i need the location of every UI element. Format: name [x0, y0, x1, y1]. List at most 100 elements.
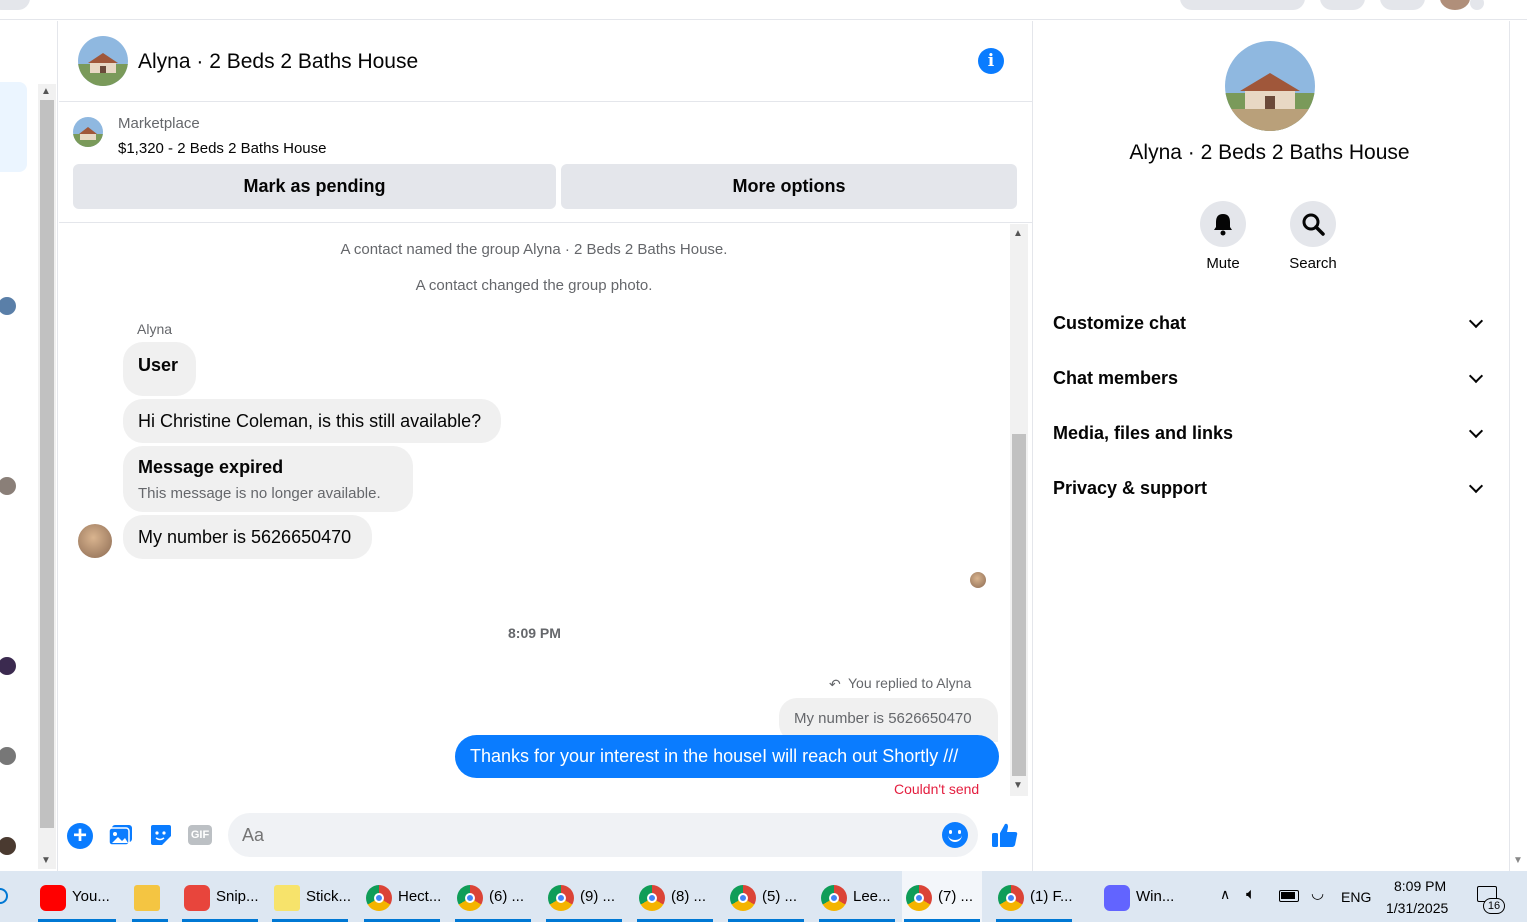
clock-date[interactable]: 1/31/2025 — [1386, 900, 1448, 916]
taskbar-item-label: Win... — [1136, 888, 1175, 905]
scroll-down-icon[interactable]: ▼ — [1513, 855, 1523, 866]
language-indicator[interactable]: ENG — [1341, 889, 1371, 905]
message-bubble[interactable]: My number is 5626650470 — [123, 515, 372, 559]
replied-to-label: You replied to Alyna — [848, 675, 972, 691]
chat-list-selected-item[interactable] — [0, 82, 27, 172]
system-message: A contact named the group Alyna · 2 Beds… — [340, 241, 728, 258]
taskbar-item[interactable]: (9) ... — [544, 871, 624, 922]
message-timestamp: 8:09 PM — [508, 625, 561, 641]
volume-icon[interactable]: 🔈︎ — [1246, 886, 1256, 904]
top-messenger-button[interactable] — [1380, 0, 1425, 10]
taskbar-item-label: (8) ... — [671, 888, 707, 905]
system-message: A contact changed the group photo. — [415, 277, 653, 294]
taskbar-item[interactable]: Win... — [1100, 871, 1190, 922]
chrome-icon — [998, 885, 1024, 911]
snipping-tool-icon — [184, 885, 210, 911]
taskbar-item-label: You... — [72, 888, 110, 905]
chrome-icon — [639, 885, 665, 911]
sticky-notes-icon — [274, 885, 300, 911]
reply-arrow-icon: ↶ — [829, 676, 841, 692]
expired-message-bubble[interactable]: Message expired This message is no longe… — [123, 446, 413, 512]
taskbar-item-label: Stick... — [306, 888, 352, 905]
taskbar-item[interactable]: (7) ... — [902, 871, 982, 922]
chat-scroll-thumb[interactable] — [1012, 434, 1026, 776]
info-icon[interactable]: i — [978, 48, 1004, 74]
chrome-icon — [457, 885, 483, 911]
scroll-up-icon[interactable]: ▲ — [1013, 228, 1023, 239]
message-bubble[interactable]: Hi Christine Coleman, is this still avai… — [123, 399, 501, 443]
panel-title: Alyna · 2 Beds 2 Baths House — [1129, 141, 1410, 164]
mute-button[interactable] — [1200, 201, 1246, 247]
taskbar-item[interactable]: Stick... — [270, 871, 352, 922]
taskbar-item[interactable]: Snip... — [180, 871, 260, 922]
group-photo-large[interactable] — [1225, 41, 1315, 131]
tray-overflow-icon[interactable]: ∧ — [1220, 886, 1230, 903]
message-input-container[interactable] — [228, 813, 978, 857]
battery-icon[interactable] — [1279, 890, 1299, 902]
sticker-icon[interactable] — [149, 824, 173, 846]
section-customize-chat[interactable]: Customize chat — [1053, 313, 1186, 334]
top-menu-button[interactable] — [1320, 0, 1365, 10]
read-receipt-avatar — [970, 572, 986, 588]
page-scrollbar[interactable] — [1509, 21, 1527, 871]
chrome-icon — [821, 885, 847, 911]
like-thumbs-up-icon[interactable] — [991, 821, 1019, 849]
add-more-icon[interactable]: + — [67, 823, 93, 849]
wifi-icon[interactable]: ◡ — [1311, 884, 1324, 902]
scroll-up-icon[interactable]: ▲ — [41, 86, 51, 97]
top-nav-pill[interactable] — [1180, 0, 1305, 10]
taskbar-item[interactable]: You... — [36, 871, 118, 922]
scroll-down-icon[interactable]: ▼ — [41, 855, 51, 866]
marketplace-label: Marketplace — [118, 115, 200, 132]
taskbar-item-label: (6) ... — [489, 888, 525, 905]
emoji-icon[interactable] — [942, 822, 968, 848]
message-input[interactable] — [242, 813, 932, 857]
outgoing-message-bubble[interactable]: Thanks for your interest in the houseI w… — [455, 735, 999, 778]
taskbar-item-label: (5) ... — [762, 888, 798, 905]
divider — [59, 222, 1032, 223]
gif-icon[interactable]: GIF — [188, 825, 212, 845]
mark-as-pending-button[interactable]: Mark as pending — [73, 164, 556, 209]
taskbar-item[interactable]: (8) ... — [635, 871, 715, 922]
chrome-icon — [730, 885, 756, 911]
zoom-icon — [1104, 885, 1130, 911]
scroll-down-icon[interactable]: ▼ — [1013, 780, 1023, 791]
section-media-files-links[interactable]: Media, files and links — [1053, 423, 1233, 444]
photo-icon[interactable] — [108, 824, 133, 846]
expired-subtitle: This message is no longer available. — [138, 485, 381, 502]
taskbar-item[interactable]: Hect... — [362, 871, 442, 922]
chrome-icon — [548, 885, 574, 911]
taskbar-item[interactable] — [130, 871, 170, 922]
taskbar-item-label: Hect... — [398, 888, 442, 905]
taskbar-item-label: Snip... — [216, 888, 259, 905]
taskbar-item[interactable]: Lee... — [817, 871, 897, 922]
notification-count-badge: 16 — [1483, 898, 1505, 914]
expired-title: Message expired — [138, 457, 284, 477]
listing-price-title[interactable]: $1,320 - 2 Beds 2 Baths House — [118, 140, 326, 157]
section-privacy-support[interactable]: Privacy & support — [1053, 478, 1207, 499]
taskbar-item-label: (1) F... — [1030, 888, 1073, 905]
section-chat-members[interactable]: Chat members — [1053, 368, 1178, 389]
group-photo-avatar[interactable] — [78, 36, 128, 86]
sender-avatar[interactable] — [78, 524, 112, 558]
sidebar-scroll-thumb[interactable] — [40, 100, 54, 828]
taskbar-item[interactable]: (5) ... — [726, 871, 806, 922]
more-options-button[interactable]: More options — [561, 164, 1017, 209]
search-label: Search — [1289, 255, 1337, 272]
message-bubble[interactable]: User — [123, 342, 196, 396]
chrome-icon — [906, 885, 932, 911]
taskbar-item-label: (9) ... — [580, 888, 616, 905]
chrome-icon — [366, 885, 392, 911]
listing-thumbnail[interactable] — [73, 117, 103, 147]
chat-title: Alyna · 2 Beds 2 Baths House — [138, 50, 419, 73]
taskbar-item[interactable]: (1) F... — [994, 871, 1074, 922]
taskbar-item-label: (7) ... — [938, 888, 974, 905]
search-button[interactable] — [1290, 201, 1336, 247]
clock-time[interactable]: 8:09 PM — [1394, 878, 1446, 894]
send-error-label[interactable]: Couldn't send — [894, 781, 979, 797]
mute-label: Mute — [1206, 255, 1240, 272]
taskbar-item-label: Lee... — [853, 888, 891, 905]
taskbar-item[interactable]: (6) ... — [453, 871, 533, 922]
file-explorer-icon — [134, 885, 160, 911]
sender-name: Alyna — [137, 321, 173, 337]
